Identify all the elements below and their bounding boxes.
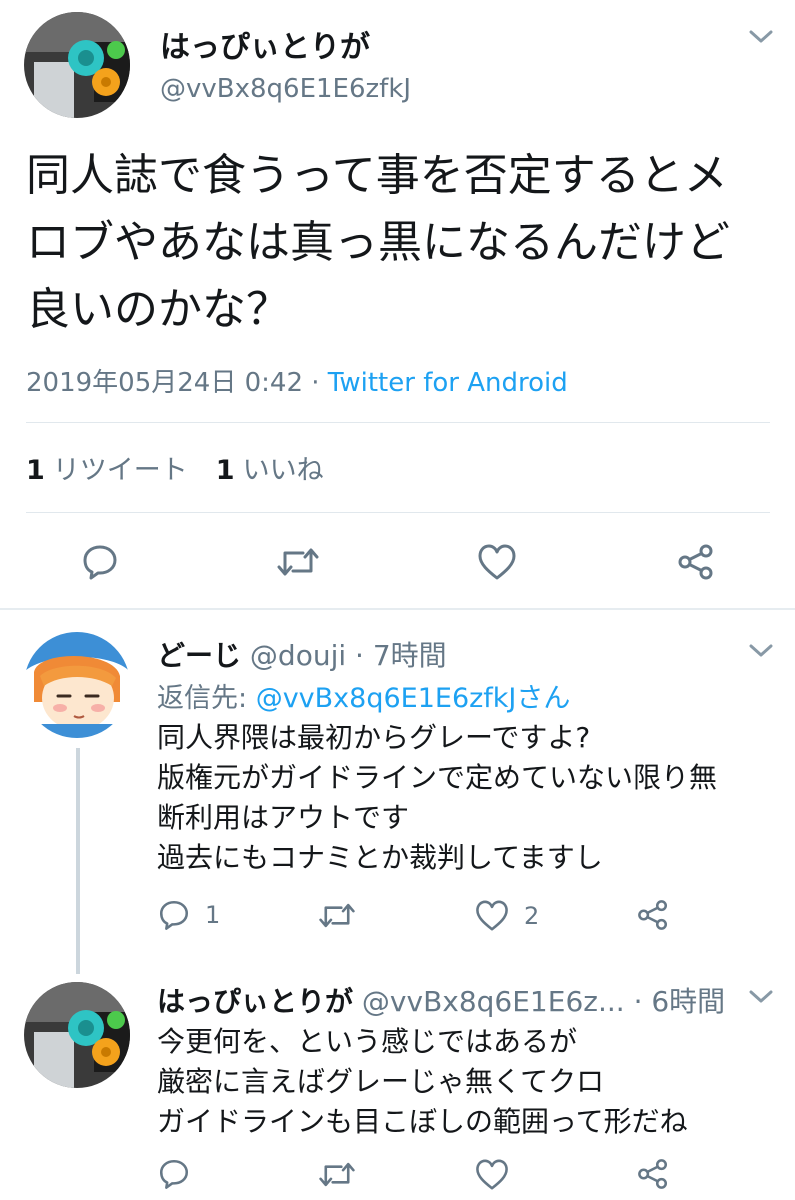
thread-line xyxy=(76,748,80,974)
section-divider xyxy=(0,608,795,610)
tweet-text: 同人誌で食うって事を否定するとメ ロブやあなは真っ黒になるんだけど 良いのかな？ xyxy=(26,150,730,335)
chevron-down-icon[interactable] xyxy=(748,28,774,46)
share-icon[interactable] xyxy=(636,1157,670,1191)
retweet-icon[interactable] xyxy=(276,543,320,581)
like-count: 1 xyxy=(215,455,235,486)
like-count: 2 xyxy=(524,901,540,930)
divider xyxy=(26,512,770,513)
share-icon[interactable] xyxy=(676,542,716,582)
heart-icon[interactable] xyxy=(474,1158,510,1191)
share-action[interactable] xyxy=(636,898,670,932)
reply-to-mention[interactable]: @vvBx8q6E1E6zfkJさん xyxy=(256,683,571,714)
retweets-stat[interactable]: 1 リツイート xyxy=(26,455,188,486)
like-action[interactable]: 2 xyxy=(474,899,539,932)
like-action[interactable] xyxy=(474,1158,510,1191)
likes-stat[interactable]: 1 いいね xyxy=(216,455,324,486)
retweet-icon[interactable] xyxy=(318,1158,356,1191)
retweet-label: リツイート xyxy=(52,455,188,486)
retweet-action[interactable] xyxy=(318,1158,356,1191)
reply-icon[interactable] xyxy=(157,1157,191,1191)
reply-action[interactable]: 1 xyxy=(157,898,220,932)
meta-separator: · xyxy=(303,368,328,398)
reply-count: 1 xyxy=(205,901,221,929)
reply-icon[interactable] xyxy=(157,898,191,932)
like-label: いいね xyxy=(242,455,324,486)
reply-author-handle[interactable]: @douji xyxy=(250,639,346,672)
share-icon[interactable] xyxy=(636,898,670,932)
heart-icon[interactable] xyxy=(476,543,518,581)
divider xyxy=(26,422,770,423)
reply-text: 同人界隈は最初からグレーですよ? 版権元がガイドラインで定めていない限り無 断利… xyxy=(157,721,718,874)
retweet-count: 1 xyxy=(26,455,45,486)
tweet-source-link[interactable]: Twitter for Android xyxy=(328,368,568,398)
reply-to-label: 返信先: xyxy=(157,683,256,714)
author-handle[interactable]: @vvBx8q6E1E6zfkJ xyxy=(160,74,411,104)
chevron-down-icon[interactable] xyxy=(748,642,774,660)
tweet-meta: 2019年05月24日 0:42 · Twitter for Android xyxy=(26,362,568,399)
reply-header: はっぴぃとりが @vvBx8q6E1E6z... · 6時間 xyxy=(157,980,725,1020)
author-display-name[interactable]: はっぴぃとりが xyxy=(160,22,370,66)
author-avatar[interactable] xyxy=(24,12,130,118)
share-action[interactable] xyxy=(636,1157,670,1191)
reply-author-name[interactable]: どーじ xyxy=(157,639,241,672)
reply-author-avatar[interactable] xyxy=(24,632,130,738)
retweet-action[interactable] xyxy=(318,899,356,932)
reply-author-name[interactable]: はっぴぃとりが xyxy=(157,985,353,1018)
reply-time: · 7時間 xyxy=(355,639,447,672)
reply-action[interactable] xyxy=(157,1157,191,1191)
tweet-stats: 1 リツイート 1 いいね xyxy=(26,448,324,487)
reply-header: どーじ @douji · 7時間 xyxy=(157,634,447,674)
reply-author-avatar[interactable] xyxy=(24,982,130,1088)
tweet-timestamp[interactable]: 2019年05月24日 0:42 xyxy=(26,368,303,398)
reply-text: 今更何を、という感じではあるが 厳密に言えばグレーじゃ無くてクロ ガイドラインも… xyxy=(157,1025,688,1138)
heart-icon[interactable] xyxy=(474,899,510,932)
reply-icon[interactable] xyxy=(80,542,120,582)
retweet-icon[interactable] xyxy=(318,899,356,932)
reply-to: 返信先: @vvBx8q6E1E6zfkJさん xyxy=(157,676,570,715)
reply-time: · 6時間 xyxy=(633,985,726,1018)
chevron-down-icon[interactable] xyxy=(748,988,774,1006)
reply-author-handle[interactable]: @vvBx8q6E1E6z... xyxy=(362,985,625,1018)
